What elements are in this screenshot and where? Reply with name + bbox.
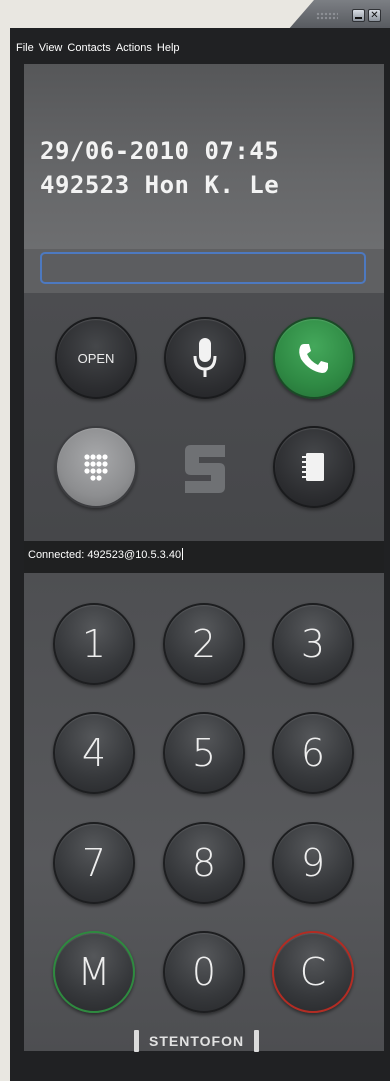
key-5[interactable]: 5 xyxy=(163,712,245,794)
drag-grip-icon[interactable] xyxy=(316,12,338,20)
keypad-grid-icon xyxy=(84,454,108,481)
control-panel: OPEN xyxy=(24,293,384,541)
connection-status-text: Connected: 492523@10.5.3.40 xyxy=(28,549,182,561)
dial-input[interactable] xyxy=(40,252,366,284)
display-datetime: 29/06-2010 07:45 xyxy=(40,137,280,165)
key-3[interactable]: 3 xyxy=(272,603,354,685)
open-button-label: OPEN xyxy=(77,350,115,366)
open-button[interactable]: OPEN xyxy=(55,317,137,399)
key-7[interactable]: 7 xyxy=(53,822,135,904)
microphone-button[interactable] xyxy=(164,317,246,399)
brand-bar-right xyxy=(254,1030,260,1052)
brand-logo: STENTOFON xyxy=(134,1028,260,1054)
call-display: 29/06-2010 07:45 492523 Hon K. Le xyxy=(24,64,384,249)
connection-status: Connected: 492523@10.5.3.40 xyxy=(28,548,184,561)
dial-keypad: 1 2 3 4 5 6 7 8 9 M 0 C STENTOFON xyxy=(24,573,384,1054)
phone-handset-icon xyxy=(299,344,328,373)
display-caller: 492523 Hon K. Le xyxy=(40,171,280,199)
text-caret xyxy=(182,548,184,560)
key-1[interactable]: 1 xyxy=(53,603,135,685)
key-0[interactable]: 0 xyxy=(163,931,245,1013)
stentofon-s-logo-icon xyxy=(185,445,225,493)
key-2[interactable]: 2 xyxy=(163,603,245,685)
microphone-icon xyxy=(193,338,217,377)
call-button[interactable] xyxy=(273,317,355,399)
address-book-icon xyxy=(302,453,324,481)
menu-file[interactable]: File xyxy=(16,42,34,62)
brand-text: STENTOFON xyxy=(149,1033,245,1049)
menu-contacts[interactable]: Contacts xyxy=(67,42,110,62)
menu-help[interactable]: Help xyxy=(157,42,180,62)
key-4[interactable]: 4 xyxy=(53,712,135,794)
status-bar: Connected: 492523@10.5.3.40 xyxy=(24,541,384,573)
menu-bar: File View Contacts Actions Help xyxy=(16,42,185,62)
menu-actions[interactable]: Actions xyxy=(116,42,152,62)
window-titlebar: ✕ xyxy=(288,0,390,30)
key-memory[interactable]: M xyxy=(53,931,135,1013)
menu-view[interactable]: View xyxy=(39,42,63,62)
contacts-button[interactable] xyxy=(273,426,355,508)
key-8[interactable]: 8 xyxy=(163,822,245,904)
dial-input-area xyxy=(24,249,384,293)
minimize-button[interactable] xyxy=(352,9,365,22)
key-6[interactable]: 6 xyxy=(272,712,354,794)
key-9[interactable]: 9 xyxy=(272,822,354,904)
key-clear[interactable]: C xyxy=(272,931,354,1013)
brand-bar-left xyxy=(134,1030,139,1052)
close-button[interactable]: ✕ xyxy=(368,9,381,22)
keypad-toggle-button[interactable] xyxy=(55,426,137,508)
